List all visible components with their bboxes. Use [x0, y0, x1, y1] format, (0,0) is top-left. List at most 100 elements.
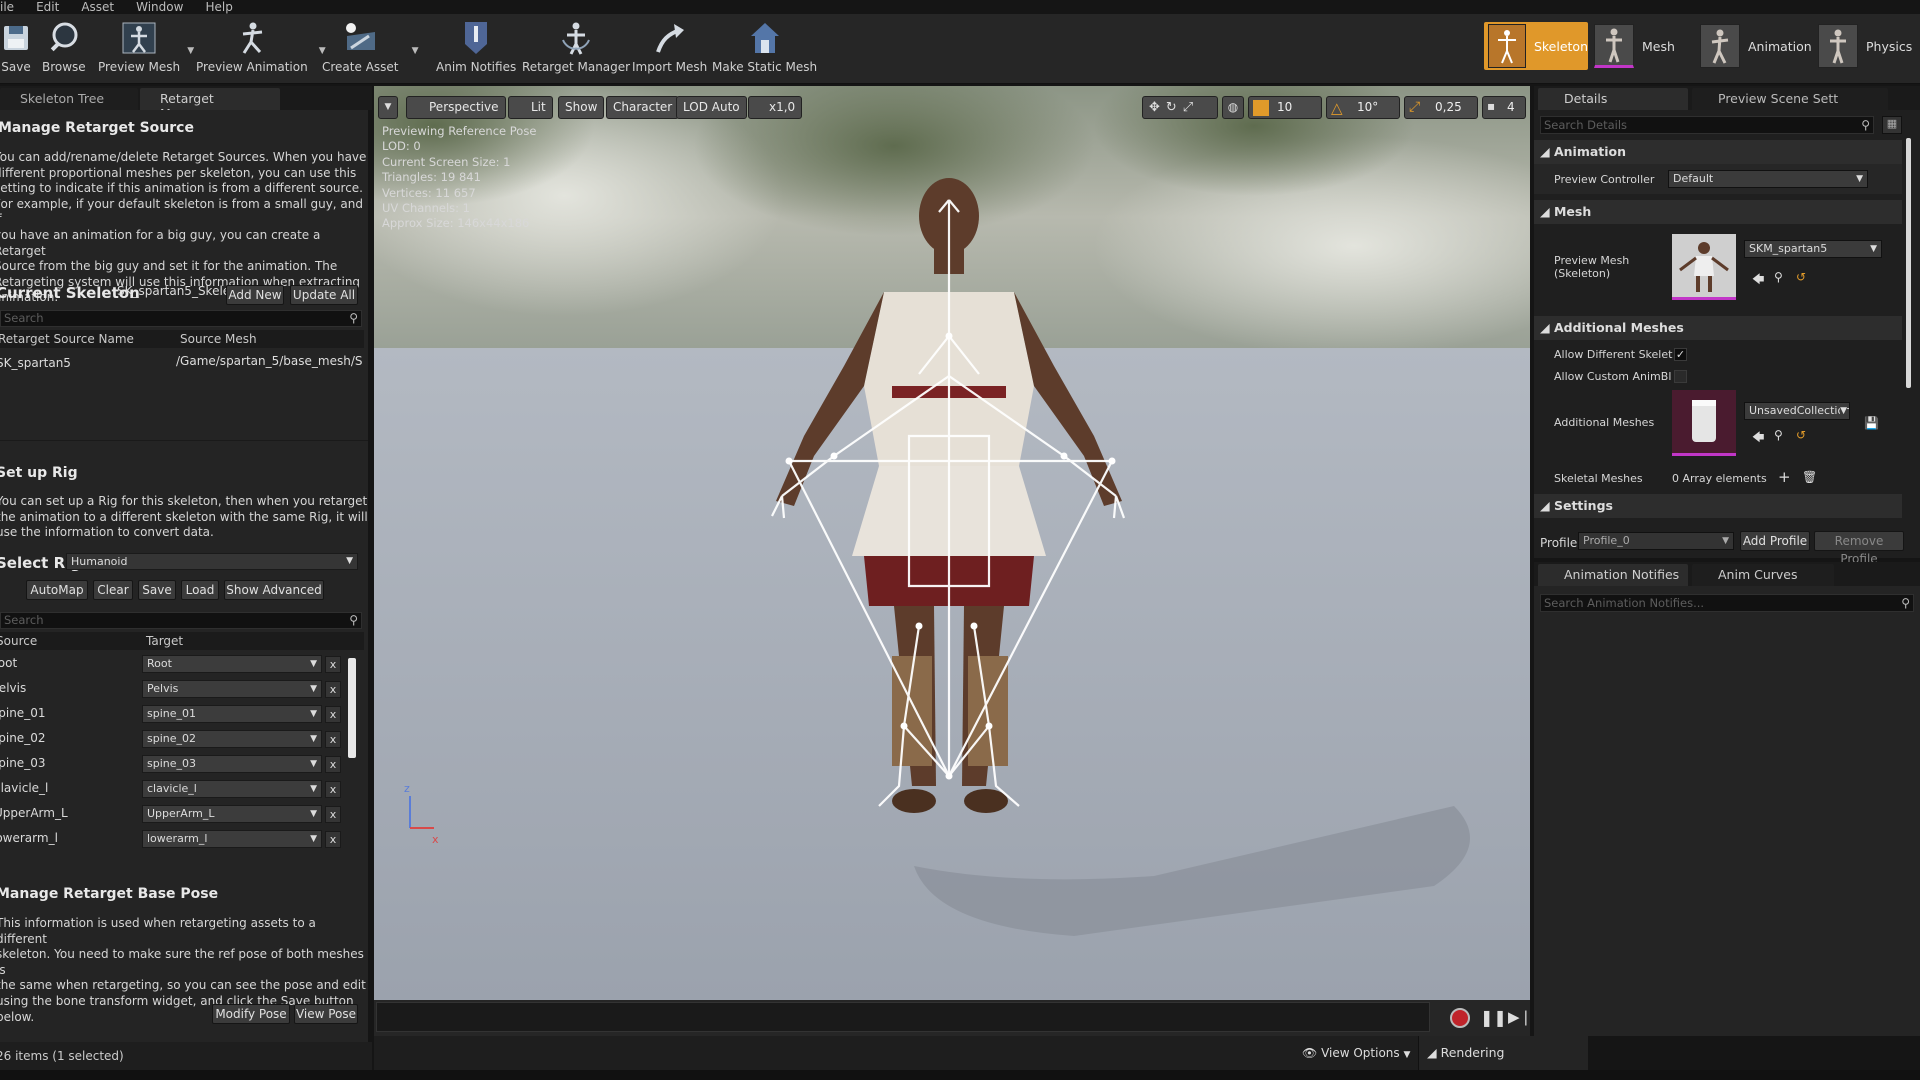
scale-snap-group[interactable]: ⤢ 0,25 — [1404, 96, 1478, 119]
automap-button[interactable]: AutoMap — [26, 580, 88, 600]
target-bone-dropdown[interactable]: spine_02 ▼ — [142, 730, 322, 748]
collection-thumbnail[interactable] — [1672, 390, 1736, 456]
target-bone-dropdown[interactable]: Root ▼ — [142, 655, 322, 673]
clear-mapping-button[interactable]: x — [325, 681, 341, 698]
clear-mapping-button[interactable]: x — [325, 731, 341, 748]
rendering-section[interactable]: ◢ Rendering — [1418, 1036, 1588, 1070]
menu-asset[interactable]: Asset — [81, 0, 114, 14]
playback-speed-button[interactable]: x1,0 — [748, 96, 803, 119]
view-options-button[interactable]: 👁 View Options ▼ — [1302, 1046, 1410, 1060]
reset-arrow-icon[interactable]: ↺ — [1796, 428, 1806, 442]
reset-arrow-icon[interactable]: ↺ — [1796, 270, 1806, 284]
preview-mesh-thumbnail[interactable] — [1672, 234, 1736, 300]
target-bone-dropdown[interactable]: spine_01 ▼ — [142, 705, 322, 723]
clear-mapping-button[interactable]: x — [325, 656, 341, 673]
grid-snap-icon[interactable] — [1253, 100, 1269, 116]
save-rig-button[interactable]: Save — [138, 580, 176, 600]
target-bone-dropdown[interactable]: UpperArm_L ▼ — [142, 805, 322, 823]
clear-button[interactable]: Clear — [93, 580, 133, 600]
use-selected-arrow-icon[interactable]: 🡄 — [1752, 428, 1764, 449]
mode-mesh-button[interactable]: Mesh — [1594, 22, 1675, 70]
retarget-manager-button[interactable]: Retarget Manager — [522, 18, 630, 80]
save-icon[interactable]: 💾 — [1864, 416, 1879, 430]
target-bone-dropdown[interactable]: lowerarm_l ▼ — [142, 830, 322, 848]
lit-button[interactable]: Lit — [508, 96, 553, 119]
mode-animation-button[interactable]: Animation ▼ — [1700, 22, 1827, 70]
pause-button[interactable]: ❚❚ — [1480, 1008, 1507, 1027]
details-scrollbar[interactable] — [1906, 138, 1911, 388]
tab-retarget-manager[interactable]: Retarget Manager — [140, 88, 280, 121]
retarget-source-search-input[interactable]: Search ⚲ — [0, 310, 362, 327]
profile-dropdown[interactable]: Profile_0 ▼ — [1578, 532, 1734, 550]
menu-help[interactable]: Help — [205, 0, 232, 14]
clear-mapping-button[interactable]: x — [325, 781, 341, 798]
show-advanced-button[interactable]: Show Advanced — [224, 580, 324, 600]
step-forward-button[interactable]: ▶❘ — [1508, 1008, 1532, 1026]
use-selected-arrow-icon[interactable]: 🡄 — [1752, 270, 1764, 291]
mode-physics-button[interactable]: Physics — [1818, 22, 1912, 70]
rig-list-scrollbar[interactable] — [348, 658, 356, 758]
viewport-menu-button[interactable]: ▼ — [378, 96, 398, 119]
camera-speed-group[interactable]: ▪ 4 — [1482, 96, 1526, 119]
allow-custom-animbp-checkbox[interactable] — [1674, 370, 1687, 383]
update-all-button[interactable]: Update All — [290, 285, 358, 305]
anim-notifies-button[interactable]: Anim Notifies — [436, 18, 516, 80]
remove-profile-button[interactable]: Remove Profile — [1814, 531, 1904, 566]
target-bone-dropdown[interactable]: Pelvis ▼ — [142, 680, 322, 698]
show-button[interactable]: Show — [558, 96, 605, 119]
retarget-source-row-name[interactable]: SK_spartan5 — [0, 356, 71, 370]
view-options-grid-icon[interactable]: ▦ — [1882, 116, 1902, 134]
import-mesh-button[interactable]: Import Mesh — [632, 18, 707, 80]
preview-mesh-dropdown[interactable]: SKM_spartan5 ▼ — [1744, 240, 1882, 258]
clear-mapping-button[interactable]: x — [325, 831, 341, 848]
add-profile-button[interactable]: Add Profile — [1740, 531, 1810, 551]
chevron-down-icon[interactable]: ▼ — [412, 46, 419, 56]
clear-mapping-button[interactable]: x — [325, 806, 341, 823]
preview-viewport[interactable]: z x ▼ Perspective Lit Show Character LOD… — [374, 86, 1530, 1000]
add-new-button[interactable]: Add New — [226, 285, 284, 305]
rig-search-input[interactable]: Search ⚲ — [0, 612, 362, 629]
grid-snap-group[interactable]: 10 — [1248, 96, 1322, 119]
record-button[interactable] — [1450, 1008, 1470, 1028]
menu-file[interactable]: ile — [0, 0, 14, 14]
browse-asset-icon[interactable]: ⚲ — [1774, 270, 1783, 284]
tab-details[interactable]: Details — [1538, 88, 1688, 110]
scale-snap-icon[interactable]: ⤢ — [1409, 99, 1420, 115]
modify-pose-button[interactable]: Modify Pose — [212, 1004, 290, 1024]
tab-animation-notifies[interactable]: Animation Notifies — [1538, 564, 1688, 586]
angle-snap-icon[interactable]: △ — [1331, 99, 1343, 117]
save-button[interactable]: Save — [0, 18, 36, 80]
select-rig-dropdown[interactable]: Humanoid ▼ — [66, 553, 358, 570]
timeline-scrubber[interactable] — [376, 1002, 1430, 1032]
lod-auto-button[interactable]: LOD Auto — [676, 96, 747, 119]
target-bone-dropdown[interactable]: spine_03 ▼ — [142, 755, 322, 773]
create-asset-button[interactable]: Create Asset ▼ — [322, 18, 419, 80]
load-rig-button[interactable]: Load — [181, 580, 219, 600]
allow-different-skeletons-checkbox[interactable]: ✓ — [1674, 348, 1687, 361]
chevron-down-icon[interactable]: ▼ — [187, 46, 194, 56]
clear-mapping-button[interactable]: x — [325, 756, 341, 773]
tab-anim-curves[interactable]: Anim Curves — [1692, 564, 1834, 586]
view-pose-button[interactable]: View Pose — [294, 1004, 358, 1024]
add-element-icon[interactable]: + — [1778, 468, 1791, 486]
clear-mapping-button[interactable]: x — [325, 706, 341, 723]
browse-asset-icon[interactable]: ⚲ — [1774, 428, 1783, 442]
tab-skeleton-tree[interactable]: Skeleton Tree — [0, 88, 138, 110]
tab-preview-scene-settings[interactable]: Preview Scene Sett — [1692, 88, 1888, 110]
menu-window[interactable]: Window — [136, 0, 183, 14]
target-bone-dropdown[interactable]: clavicle_l ▼ — [142, 780, 322, 798]
preview-animation-button[interactable]: Preview Animation ▼ — [196, 18, 326, 80]
angle-snap-group[interactable]: △ 10° — [1326, 96, 1400, 119]
search-notifies-input[interactable]: Search Animation Notifies... ⚲ — [1540, 594, 1914, 612]
character-button[interactable]: Character — [606, 96, 680, 119]
mode-skeleton-button[interactable]: Skeleton — [1484, 22, 1588, 70]
trash-icon[interactable]: 🗑 — [1802, 470, 1817, 484]
transform-mode-buttons[interactable]: ✥↻⤢ — [1142, 96, 1218, 119]
world-space-button[interactable]: ◍ — [1222, 96, 1244, 119]
make-static-mesh-button[interactable]: Make Static Mesh — [712, 18, 817, 80]
perspective-button[interactable]: Perspective — [406, 96, 506, 119]
search-details-input[interactable]: Search Details ⚲ — [1540, 116, 1874, 134]
preview-mesh-button[interactable]: Preview Mesh ▼ — [98, 18, 194, 80]
additional-meshes-dropdown[interactable]: UnsavedCollection ▼ — [1744, 402, 1850, 420]
browse-button[interactable]: Browse — [42, 18, 86, 80]
